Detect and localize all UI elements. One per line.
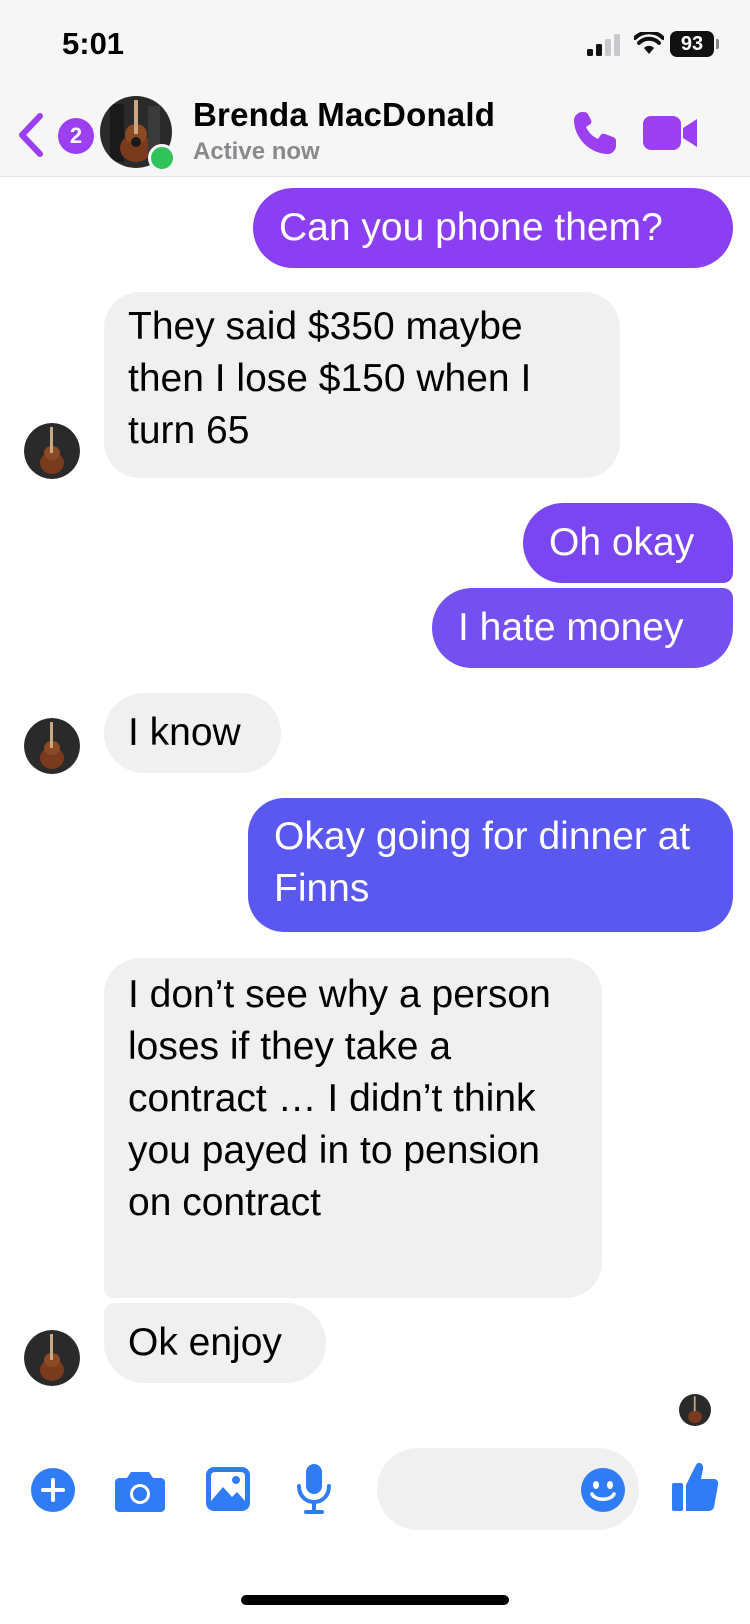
chat-header: 2 Brenda MacDonald Active now	[0, 90, 750, 177]
incoming-message[interactable]: They said $350 maybe then I lose $150 wh…	[104, 292, 620, 478]
home-indicator[interactable]	[241, 1595, 509, 1605]
back-button[interactable]: 2	[16, 110, 94, 160]
online-indicator	[148, 144, 176, 172]
contact-avatar-small	[24, 1330, 80, 1386]
contact-name[interactable]: Brenda MacDonald	[193, 96, 495, 134]
battery-nub	[716, 39, 719, 49]
incoming-message[interactable]: I don’t see why a person loses if they t…	[104, 958, 602, 1298]
thumbs-up-icon[interactable]	[672, 1461, 718, 1513]
battery-indicator: 93	[670, 31, 714, 57]
unread-count-badge: 2	[58, 118, 94, 154]
gallery-icon[interactable]	[206, 1467, 250, 1511]
outgoing-message[interactable]: Oh okay	[523, 503, 733, 583]
outgoing-message[interactable]: Okay going for dinner at Finns	[248, 798, 733, 932]
status-time: 5:01	[62, 26, 125, 61]
outgoing-message[interactable]: Can you phone them?	[253, 188, 733, 268]
chevron-left-icon	[19, 113, 43, 157]
status-bar: 5:01 93	[0, 0, 750, 90]
outgoing-message[interactable]: I hate money	[432, 588, 733, 668]
phone-icon[interactable]	[570, 108, 620, 158]
emoji-icon[interactable]	[580, 1467, 626, 1513]
contact-avatar-small	[24, 718, 80, 774]
wifi-icon	[634, 32, 664, 54]
incoming-message[interactable]: I know	[104, 693, 281, 773]
seen-receipt-avatar	[679, 1394, 711, 1426]
active-status: Active now	[193, 138, 320, 165]
microphone-icon[interactable]	[296, 1464, 332, 1516]
contact-avatar-small	[24, 423, 80, 479]
plus-icon[interactable]	[30, 1467, 76, 1513]
camera-icon[interactable]	[115, 1468, 165, 1512]
cellular-signal-icon	[587, 34, 620, 56]
video-camera-icon[interactable]	[643, 110, 699, 156]
message-composer	[0, 1430, 750, 1550]
incoming-message[interactable]: Ok enjoy	[104, 1303, 326, 1383]
